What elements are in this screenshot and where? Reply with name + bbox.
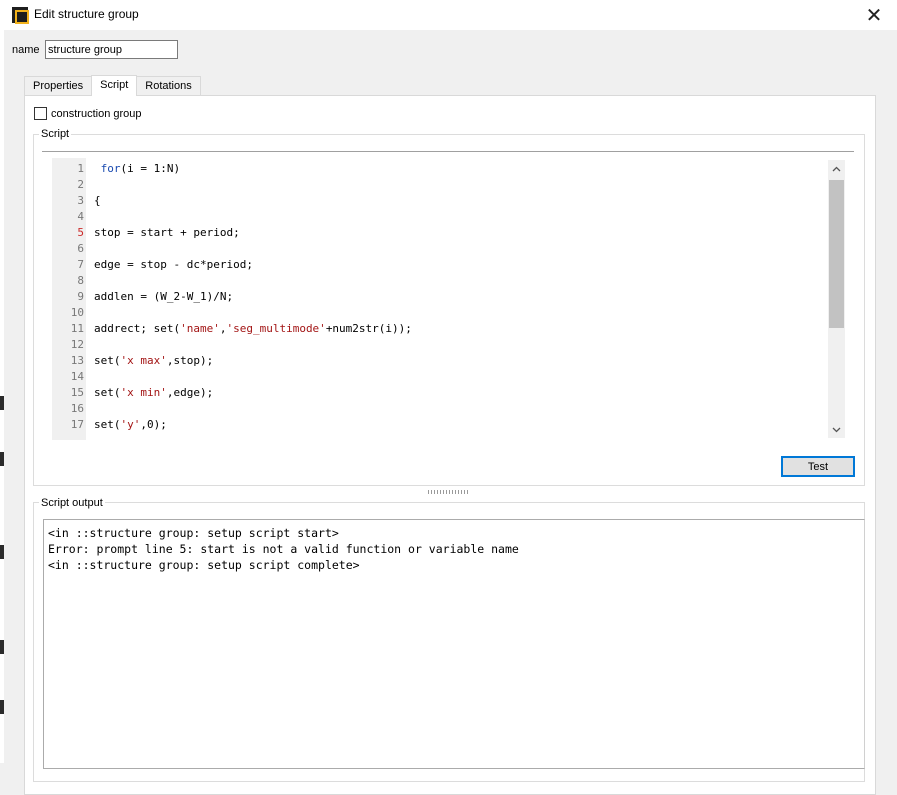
line-number: 16 — [70, 402, 84, 415]
line-number: 12 — [70, 338, 84, 351]
left-window-edge — [0, 0, 4, 763]
code-text: { — [94, 193, 101, 209]
line-number: 17 — [70, 418, 84, 431]
construction-group-checkbox[interactable] — [34, 107, 47, 120]
code-text: stop = start + period; — [94, 225, 240, 241]
line-number: 9 — [77, 290, 84, 303]
script-output-title: Script output — [39, 497, 105, 509]
code-token: set( — [94, 386, 121, 399]
code-keyword: for — [100, 162, 121, 175]
edge-mark — [0, 396, 4, 410]
code-token: ,edge); — [166, 386, 214, 399]
title-bar: Edit structure group ✕ — [0, 0, 897, 30]
code-token: addrect; set( — [94, 322, 181, 335]
code-string: 'x min' — [120, 386, 167, 399]
code-token: ,0); — [140, 418, 167, 431]
edge-mark — [0, 640, 4, 654]
scroll-thumb[interactable] — [829, 180, 844, 328]
line-number: 2 — [77, 178, 84, 191]
close-icon: ✕ — [865, 4, 883, 27]
code-token: { — [94, 194, 101, 207]
line-number: 1 — [77, 162, 84, 175]
code-text: addrect; set('name','seg_multimode'+num2… — [94, 321, 412, 337]
code-string: 'name' — [180, 322, 220, 335]
line-number: 11 — [70, 322, 84, 335]
line-number: 14 — [70, 370, 84, 383]
edge-mark — [0, 545, 4, 559]
code-token: +num2str(i)); — [325, 322, 412, 335]
line-number: 8 — [77, 274, 84, 287]
script-group-title: Script — [39, 128, 72, 140]
tab-bar: Properties Script Rotations — [24, 75, 201, 96]
line-number: 4 — [77, 210, 84, 223]
code-text: for(i = 1:N) — [94, 161, 180, 177]
line-number: 13 — [70, 354, 84, 367]
code-string: 'x max' — [120, 354, 167, 367]
line-number: 6 — [77, 242, 84, 255]
code-text: edge = stop - dc*period; — [94, 257, 253, 273]
code-text: set('x min',edge); — [94, 385, 213, 401]
code-token: set( — [94, 418, 121, 431]
output-line: <in ::structure group: setup script star… — [48, 526, 339, 540]
test-button[interactable]: Test — [781, 456, 855, 477]
script-editor[interactable]: 1 for(i = 1:N) 2 3 {4 5 stop = start + period… — [52, 158, 846, 440]
app-icon — [12, 7, 29, 24]
edge-mark — [0, 452, 4, 466]
tab-rotations[interactable]: Rotations — [136, 76, 201, 96]
code-token: edge = stop - dc*period; — [94, 258, 253, 271]
tab-properties[interactable]: Properties — [24, 76, 93, 96]
name-label: name — [12, 44, 40, 56]
chevron-up-icon — [832, 164, 841, 174]
line-number: 7 — [77, 258, 84, 271]
code-token: stop = start + period; — [94, 226, 240, 239]
splitter-handle[interactable] — [428, 490, 470, 494]
script-group-divider — [42, 151, 854, 152]
line-number: 15 — [70, 386, 84, 399]
code-token: ,stop); — [166, 354, 214, 367]
close-button[interactable]: ✕ — [851, 0, 897, 30]
code-string: 'seg_multimode' — [226, 322, 326, 335]
tab-script[interactable]: Script — [91, 75, 138, 96]
scroll-up-button[interactable] — [828, 160, 845, 177]
code-text: set('y',0); — [94, 417, 167, 433]
code-token: addlen = (W_2-W_1)/N; — [94, 290, 234, 303]
construction-group-label: construction group — [51, 108, 142, 120]
line-number: 10 — [70, 306, 84, 319]
output-line: <in ::structure group: setup script comp… — [48, 558, 360, 572]
chevron-down-icon — [832, 425, 841, 435]
line-number: 5 — [77, 226, 84, 239]
editor-vertical-scrollbar[interactable] — [828, 160, 845, 438]
code-string: 'y' — [120, 418, 141, 431]
name-input[interactable] — [45, 40, 178, 59]
code-token: (i = 1:N) — [120, 162, 181, 175]
window-title: Edit structure group — [34, 7, 139, 21]
code-text: set('x max',stop); — [94, 353, 213, 369]
edge-mark — [0, 700, 4, 714]
script-output-area[interactable]: <in ::structure group: setup script star… — [43, 519, 865, 769]
code-text: addlen = (W_2-W_1)/N; — [94, 289, 233, 305]
code-token: set( — [94, 354, 121, 367]
output-line: Error: prompt line 5: start is not a val… — [48, 542, 519, 556]
line-number: 3 — [77, 194, 84, 207]
scroll-down-button[interactable] — [828, 421, 845, 438]
